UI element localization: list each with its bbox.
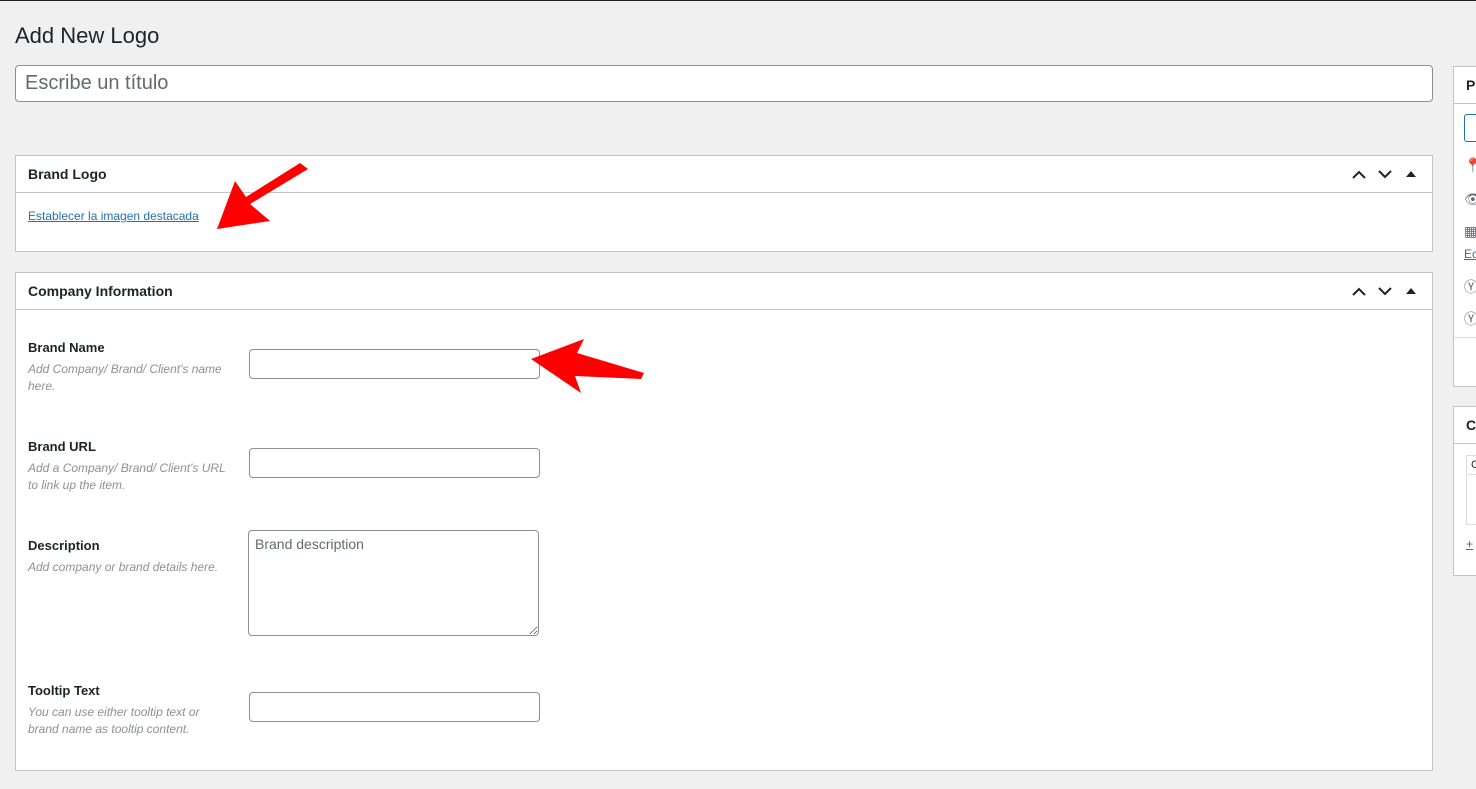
categories-box: C C + [1453,406,1476,576]
yoast-icon: Ⓨ [1464,311,1476,327]
edit-link[interactable]: Ec [1464,247,1476,261]
postbox-title: Company Information [28,283,173,299]
save-draft-button[interactable] [1464,114,1476,142]
divider [1454,337,1476,338]
chevron-up-icon [1352,170,1366,179]
brand-name-description: Add Company/ Brand/ Client's name here. [28,362,222,393]
tooltip-text-input[interactable] [249,692,540,722]
tab-all-categories[interactable]: C [1467,456,1476,475]
yoast-icon: Ⓨ [1464,279,1476,295]
handle-actions [1346,156,1432,192]
company-information-postbox: Company Information Brand Name Add Compa… [15,272,1433,771]
annotation-arrow-icon [217,163,308,229]
publish-box-title: P [1454,67,1476,104]
category-tabs: C [1466,455,1476,525]
set-featured-image-link[interactable]: Establecer la imagen destacada [28,209,199,223]
move-up-button[interactable] [1346,161,1372,187]
postbox-title: Brand Logo [28,166,107,182]
description-label: Description [28,538,100,553]
brand-description-textarea[interactable] [248,530,539,636]
toggle-panel-button[interactable] [1398,278,1424,304]
calendar-icon: ▦ [1464,223,1476,239]
move-down-button[interactable] [1372,161,1398,187]
categories-box-title: C [1454,407,1476,444]
chevron-down-icon [1378,286,1392,295]
triangle-up-icon [1406,288,1416,294]
move-up-button[interactable] [1346,278,1372,304]
page-title: Add New Logo [15,23,160,48]
chevron-down-icon [1378,169,1392,178]
toggle-panel-button[interactable] [1398,161,1424,187]
description-description: Add company or brand details here. [28,560,219,574]
tooltip-text-description: You can use either tooltip text or brand… [28,705,200,736]
move-down-button[interactable] [1372,278,1398,304]
brand-url-description: Add a Company/ Brand/ Client's URL to li… [28,461,226,492]
handle-actions [1346,273,1432,309]
postbox-header: Company Information [16,273,1432,310]
publish-box: P 📍 👁 ▦ Ec Ⓨ Ⓨ [1453,66,1476,387]
brand-name-input[interactable] [249,349,540,379]
post-title-input[interactable] [15,65,1433,102]
brand-name-label: Brand Name [28,340,105,355]
add-category-link[interactable]: + [1466,537,1473,551]
brand-url-label: Brand URL [28,439,96,454]
annotation-arrow-icon [531,339,644,393]
pin-icon: 📍 [1464,157,1476,173]
brand-url-input[interactable] [249,448,540,478]
chevron-up-icon [1352,287,1366,296]
triangle-up-icon [1406,171,1416,177]
tooltip-text-label: Tooltip Text [28,683,100,698]
eye-icon: 👁 [1464,191,1476,207]
